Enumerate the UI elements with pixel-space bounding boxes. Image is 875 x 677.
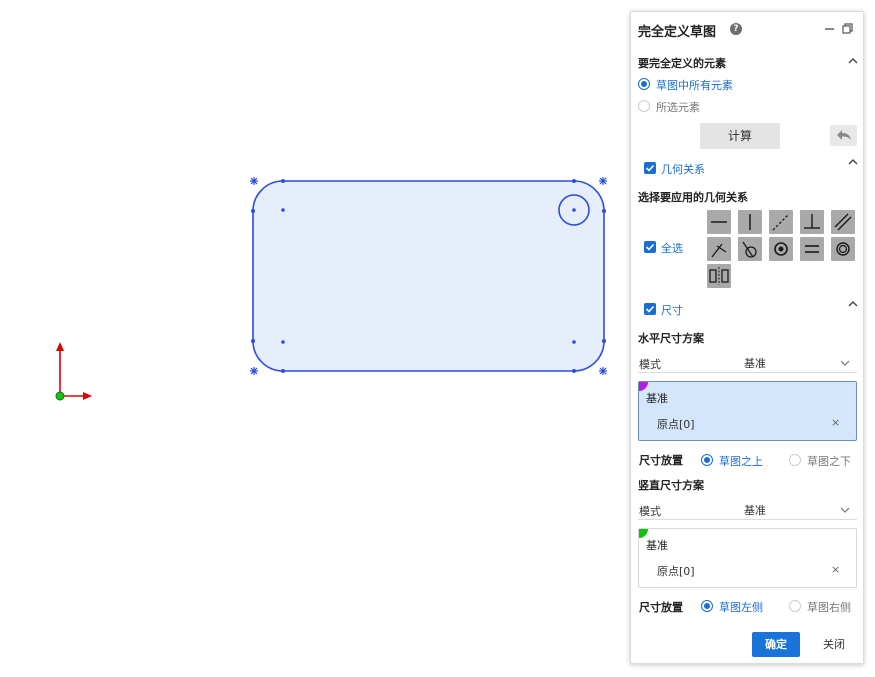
perpendicular-icon[interactable]: [800, 210, 824, 234]
coradial-icon[interactable]: [738, 237, 762, 261]
radio-selected-elements[interactable]: [638, 100, 650, 112]
radio-right-sketch[interactable]: [789, 600, 801, 612]
compute-button[interactable]: 计算: [700, 123, 780, 149]
radio-selected-elements-label[interactable]: 所选元素: [656, 99, 700, 115]
select-underline: [638, 372, 857, 373]
chevron-down-icon[interactable]: [840, 505, 850, 515]
geometry-checkbox[interactable]: [644, 162, 656, 174]
horizontal-mode-label: 模式: [639, 358, 661, 371]
help-icon[interactable]: ?: [730, 23, 742, 35]
vertical-mode-select[interactable]: 基准: [744, 502, 766, 518]
horizontal-icon[interactable]: [707, 210, 731, 234]
horizontal-mode-select[interactable]: 基准: [744, 355, 766, 371]
collinear-icon[interactable]: [769, 210, 793, 234]
radio-left-sketch-label[interactable]: 草图左侧: [719, 599, 763, 615]
radio-above-sketch[interactable]: [701, 454, 713, 466]
close-button[interactable]: 关闭: [814, 632, 854, 657]
symmetric-icon[interactable]: [707, 264, 731, 288]
tangent-icon[interactable]: [707, 237, 731, 261]
horizontal-reference-box[interactable]: 基准 原点[0] ×: [638, 381, 857, 441]
vertical-reference-box[interactable]: 基准 原点[0] ×: [638, 528, 857, 588]
geometry-checkbox-label[interactable]: 几何关系: [661, 161, 705, 177]
remove-reference-icon[interactable]: ×: [831, 563, 840, 576]
radio-below-sketch[interactable]: [789, 454, 801, 466]
radio-left-sketch[interactable]: [701, 600, 713, 612]
horizontal-reference-item[interactable]: 原点[0]: [657, 416, 695, 432]
dimension-checkbox[interactable]: [644, 303, 656, 315]
vertical-icon[interactable]: [738, 210, 762, 234]
remove-reference-icon[interactable]: ×: [831, 416, 840, 429]
minimize-icon[interactable]: [823, 22, 836, 35]
chevron-down-icon[interactable]: [840, 358, 850, 368]
horizontal-reference-title: 基准: [646, 392, 668, 405]
select-all-checkbox[interactable]: [644, 241, 656, 253]
vertical-placement-label: 尺寸放置: [639, 601, 683, 614]
undo-button[interactable]: [830, 125, 857, 146]
radio-below-sketch-label[interactable]: 草图之下: [807, 453, 851, 469]
sketch-rounded-rectangle[interactable]: [252, 180, 605, 372]
radio-all-elements-label[interactable]: 草图中所有元素: [656, 77, 733, 93]
origin-axes: [55, 342, 92, 401]
undo-icon: [837, 130, 851, 140]
radio-above-sketch-label[interactable]: 草图之上: [719, 453, 763, 469]
chevron-up-icon[interactable]: [848, 299, 858, 309]
vertical-reference-item[interactable]: 原点[0]: [657, 563, 695, 579]
radio-right-sketch-label[interactable]: 草图右侧: [807, 599, 851, 615]
concentric-icon[interactable]: [769, 237, 793, 261]
ok-button[interactable]: 确定: [752, 632, 800, 657]
dimension-checkbox-label[interactable]: 尺寸: [661, 302, 683, 318]
equal-icon[interactable]: [800, 237, 824, 261]
restore-icon[interactable]: [841, 22, 854, 35]
select-all-label[interactable]: 全选: [661, 240, 683, 256]
horizontal-scheme-title: 水平尺寸方案: [638, 332, 704, 345]
radio-all-elements[interactable]: [638, 78, 650, 90]
geometry-subtitle: 选择要应用的几何关系: [638, 191, 748, 204]
fully-define-sketch-panel: 完全定义草图 ? 要完全定义的元素 草图中所有元素 所选元素 计算 几何关系 选…: [630, 11, 864, 664]
horizontal-placement-label: 尺寸放置: [639, 454, 683, 467]
chevron-up-icon[interactable]: [848, 157, 858, 167]
parallel-icon[interactable]: [831, 210, 855, 234]
chevron-up-icon[interactable]: [848, 56, 858, 66]
vertical-reference-title: 基准: [646, 539, 668, 552]
select-underline: [638, 519, 857, 520]
coincident-icon[interactable]: [831, 237, 855, 261]
elements-section-title: 要完全定义的元素: [638, 57, 726, 70]
vertical-scheme-title: 竖直尺寸方案: [638, 479, 704, 492]
panel-title: 完全定义草图: [638, 25, 717, 40]
vertical-mode-label: 模式: [639, 505, 661, 518]
